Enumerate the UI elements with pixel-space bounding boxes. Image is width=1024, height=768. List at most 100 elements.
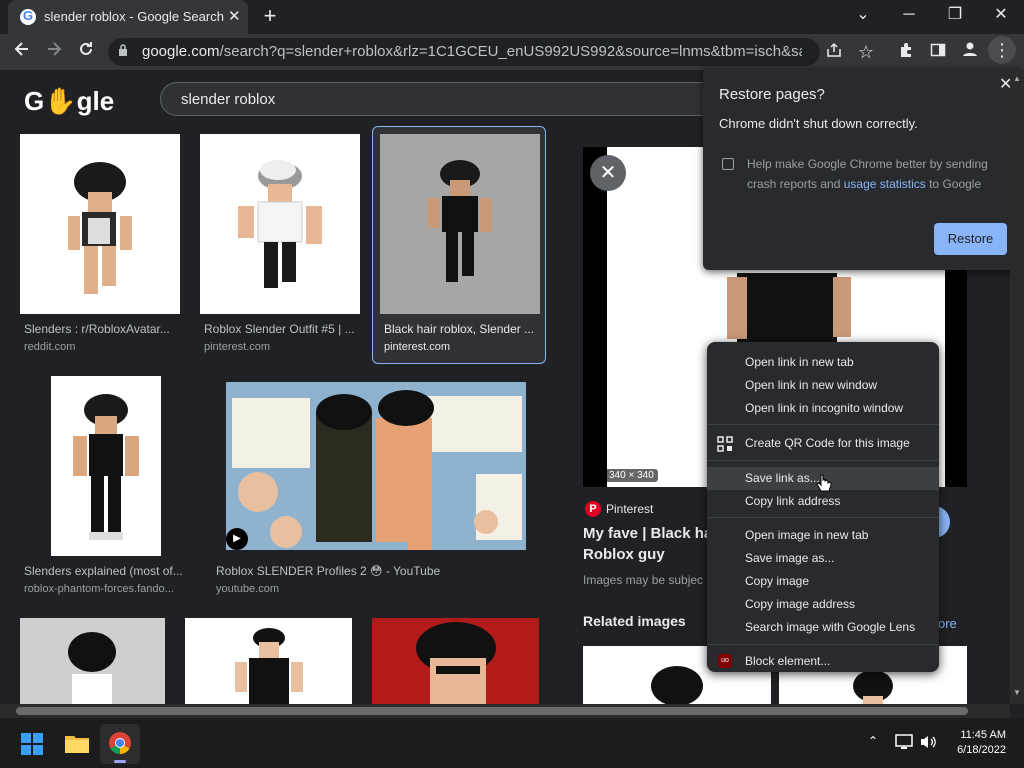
scroll-up-icon[interactable]: ▲ <box>1013 74 1021 83</box>
taskbar-clock[interactable]: 11:45 AM 6/18/2022 <box>946 728 1006 758</box>
chrome-menu-icon[interactable]: ⋮ <box>988 36 1016 64</box>
show-hidden-icons[interactable]: ⌃ <box>868 734 878 748</box>
result-image-2[interactable] <box>200 134 360 314</box>
menu-save-image-as[interactable]: Save image as... <box>707 547 939 570</box>
horizontal-scrollbar[interactable] <box>0 704 1010 718</box>
logo-letter-g: G <box>24 86 45 116</box>
tab-title: slender roblox - Google Search <box>44 9 224 24</box>
result-image-6[interactable] <box>20 618 165 704</box>
menu-separator <box>707 517 939 518</box>
logo-hands-icon: ✋ <box>44 86 77 116</box>
active-app-indicator <box>114 760 126 763</box>
url-path: /search?q=slender+roblox&rlz=1C1GCEU_enU… <box>219 43 802 60</box>
logo-letter-e: e <box>99 86 115 116</box>
hand-cursor-icon <box>816 474 832 496</box>
reload-icon[interactable] <box>74 40 98 64</box>
pinterest-logo-icon: P <box>585 501 601 517</box>
result-caption-3[interactable]: Black hair roblox, Slender ... <box>384 322 540 336</box>
menu-open-image-new-tab[interactable]: Open image in new tab <box>707 524 939 547</box>
result-source-5[interactable]: youtube.com <box>216 583 279 595</box>
google-logo[interactable]: G✋gle <box>24 86 114 117</box>
network-icon[interactable] <box>895 734 913 750</box>
result-image-8[interactable] <box>372 618 539 704</box>
profile-avatar-icon[interactable] <box>958 40 982 64</box>
menu-copy-image-address[interactable]: Copy image address <box>707 593 939 616</box>
result-image-1[interactable] <box>20 134 180 314</box>
video-play-icon[interactable]: ▶ <box>226 528 248 550</box>
result-source-3[interactable]: pinterest.com <box>384 341 450 353</box>
menu-search-google-lens[interactable]: Search image with Google Lens <box>707 616 939 639</box>
menu-copy-image[interactable]: Copy image <box>707 570 939 593</box>
close-preview-button[interactable]: ✕ <box>590 155 626 191</box>
restore-window-button[interactable]: ❐ <box>932 0 978 32</box>
share-icon[interactable] <box>822 40 846 64</box>
result-source-4[interactable]: roblox-phantom-forces.fando... <box>24 583 174 595</box>
context-menu: Open link in new tab Open link in new wi… <box>707 342 939 672</box>
tab-search-icon[interactable]: ⌄ <box>840 0 886 32</box>
chrome-icon <box>109 732 131 754</box>
side-panel-icon[interactable] <box>926 40 950 64</box>
menu-block-element[interactable]: Block element... <box>707 650 939 673</box>
crash-report-checkbox[interactable] <box>722 158 734 170</box>
volume-icon[interactable] <box>919 734 937 750</box>
clock-date: 6/18/2022 <box>957 744 1006 756</box>
result-caption-2[interactable]: Roblox Slender Outfit #5 | ... <box>204 322 360 336</box>
bookmark-star-icon[interactable]: ☆ <box>854 40 878 64</box>
address-bar[interactable]: google.com/search?q=slender+roblox&rlz=1… <box>108 38 820 66</box>
preview-title-line2[interactable]: Roblox guy <box>583 546 665 563</box>
lock-icon[interactable] <box>118 44 128 56</box>
crash-report-label: Help make Google Chrome better by sendin… <box>747 154 1007 194</box>
tab-close-icon[interactable]: ✕ <box>228 7 241 25</box>
result-image-3[interactable] <box>380 134 540 314</box>
logo-letter-l: l <box>92 86 100 116</box>
preview-site-name[interactable]: Pinterest <box>606 502 653 516</box>
logo-letter-g2: g <box>76 86 93 116</box>
see-more-link[interactable]: ore <box>938 616 957 631</box>
browser-toolbar: google.com/search?q=slender+roblox&rlz=1… <box>0 34 1024 70</box>
file-explorer-icon[interactable] <box>64 732 90 754</box>
usage-statistics-link[interactable]: usage statistics <box>844 177 926 191</box>
menu-open-link-new-tab[interactable]: Open link in new tab <box>707 351 939 374</box>
crash-report-text-post: to Google <box>925 177 982 191</box>
restore-pages-dialog: Restore pages? ✕ Chrome didn't shut down… <box>703 68 1021 270</box>
clock-time: 11:45 AM <box>960 729 1006 741</box>
result-caption-5[interactable]: Roblox SLENDER Profiles 2 😳 - YouTube <box>216 564 516 578</box>
menu-separator <box>707 460 939 461</box>
horizontal-scroll-thumb[interactable] <box>16 707 968 715</box>
result-source-1[interactable]: reddit.com <box>24 341 75 353</box>
windows-taskbar: ⌃ 11:45 AM 6/18/2022 <box>0 718 1024 768</box>
url-host: google.com <box>142 43 220 60</box>
result-image-4[interactable] <box>51 376 161 556</box>
search-input[interactable]: slender roblox <box>160 82 760 116</box>
forward-icon[interactable] <box>42 40 66 64</box>
related-images-heading: Related images <box>583 613 686 629</box>
restore-dialog-title: Restore pages? <box>719 86 825 103</box>
result-source-2[interactable]: pinterest.com <box>204 341 270 353</box>
minimize-button[interactable]: ─ <box>886 0 932 32</box>
menu-separator <box>707 644 939 645</box>
preview-copyright-notice: Images may be subjec <box>583 573 704 587</box>
extensions-puzzle-icon[interactable] <box>894 40 918 64</box>
result-image-5[interactable]: ▶ <box>226 382 526 550</box>
image-dimensions: 340 × 340 <box>605 469 658 482</box>
back-icon[interactable] <box>10 40 34 64</box>
url-text: google.com/search?q=slender+roblox&rlz=1… <box>142 43 802 60</box>
preview-title-line1[interactable]: My fave | Black hai <box>583 525 716 542</box>
menu-separator <box>707 424 939 425</box>
result-caption-4[interactable]: Slenders explained (most of... <box>24 564 188 578</box>
tab-strip: slender roblox - Google Search ✕ + ⌄ ─ ❐… <box>0 0 1024 34</box>
menu-create-qr-code[interactable]: Create QR Code for this image <box>707 432 939 455</box>
close-window-button[interactable]: ✕ <box>978 0 1024 32</box>
chrome-taskbar-button[interactable] <box>100 724 140 764</box>
vertical-scrollbar[interactable]: ▲ ▼ <box>1010 70 1024 704</box>
menu-open-link-new-window[interactable]: Open link in new window <box>707 374 939 397</box>
menu-open-link-incognito[interactable]: Open link in incognito window <box>707 397 939 420</box>
result-caption-1[interactable]: Slenders : r/RobloxAvatar... <box>24 322 180 336</box>
windows-start-icon[interactable] <box>20 732 44 756</box>
tab-google-search[interactable]: slender roblox - Google Search ✕ <box>8 0 248 34</box>
google-favicon-icon <box>20 8 36 25</box>
restore-button[interactable]: Restore <box>934 223 1007 255</box>
new-tab-button[interactable]: + <box>258 3 282 29</box>
result-image-7[interactable] <box>185 618 352 704</box>
scroll-down-icon[interactable]: ▼ <box>1013 688 1021 697</box>
